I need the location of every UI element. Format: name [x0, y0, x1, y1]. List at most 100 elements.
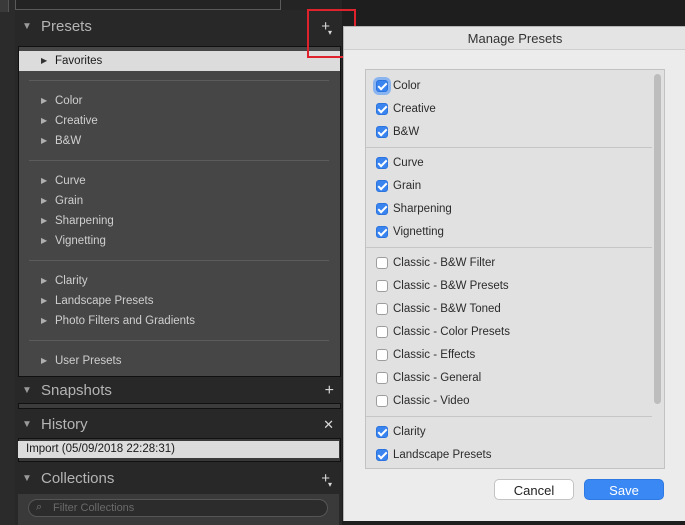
preset-group-row[interactable]: Classic - B&W Toned [366, 298, 652, 321]
preset-folder-label: B&W [55, 135, 82, 147]
preset-group-row[interactable]: Classic - B&W Presets [366, 275, 652, 298]
preset-visibility-checkbox[interactable] [376, 349, 388, 361]
preset-group-row[interactable]: Grain [366, 175, 652, 198]
preset-folder-item[interactable]: ▶ B&W [19, 131, 340, 151]
presets-title: Presets [41, 18, 92, 35]
preset-visibility-checkbox[interactable] [376, 395, 388, 407]
preset-visibility-checkbox[interactable] [376, 257, 388, 269]
expand-triangle-icon[interactable]: ▶ [41, 131, 47, 151]
preset-folder-item[interactable]: ▶ Clarity [19, 271, 340, 291]
preset-folder-item[interactable]: ▶ Color [19, 91, 340, 111]
preset-visibility-checkbox[interactable] [376, 180, 388, 192]
preset-group-label: Classic - General [393, 372, 482, 384]
collapse-triangle-icon[interactable]: ▼ [22, 378, 32, 404]
presets-header[interactable]: ▼ Presets +▾ [15, 14, 342, 40]
scrollbar[interactable] [652, 70, 664, 468]
preset-group-row[interactable]: Clarity [366, 421, 652, 444]
preset-folder-item[interactable]: ▶ Curve [19, 171, 340, 191]
add-collection-icon[interactable]: +▾ [321, 466, 334, 494]
preset-folder-item[interactable]: ▶ Sharpening [19, 211, 340, 231]
preset-folder-label: Vignetting [55, 235, 106, 247]
expand-triangle-icon[interactable]: ▶ [41, 311, 47, 331]
preset-visibility-checkbox[interactable] [376, 426, 388, 438]
preset-folder-item[interactable]: ▶ User Presets [19, 351, 340, 371]
expand-triangle-icon[interactable]: ▶ [41, 191, 47, 211]
preset-folder-label: Photo Filters and Gradients [55, 315, 195, 327]
expand-triangle-icon[interactable]: ▶ [41, 211, 47, 231]
group-divider [366, 147, 652, 148]
collections-header[interactable]: ▼ Collections +▾ [15, 466, 342, 492]
preset-folder-label: Favorites [55, 55, 103, 67]
expand-triangle-icon[interactable]: ▶ [41, 171, 47, 191]
history-header[interactable]: ▼ History ✕ [15, 412, 342, 438]
collapse-triangle-icon[interactable]: ▼ [22, 14, 32, 40]
preset-folder-item[interactable]: ▶ Grain [19, 191, 340, 211]
group-divider [366, 247, 652, 248]
preset-group-label: Classic - Effects [393, 349, 476, 361]
preset-visibility-checkbox[interactable] [376, 280, 388, 292]
preset-group-row[interactable]: Classic - Color Presets [366, 321, 652, 344]
preset-folder-label: Clarity [55, 275, 88, 287]
preset-group-row[interactable]: B&W [366, 121, 652, 144]
history-entry[interactable]: Import (05/09/2018 22:28:31) [18, 441, 339, 458]
preset-folder-item[interactable]: ▶ Photo Filters and Gradients [19, 311, 340, 331]
preset-visibility-checkbox[interactable] [376, 103, 388, 115]
preset-group-row[interactable]: Vignetting [366, 221, 652, 244]
preset-folder-item[interactable]: ▶ Creative [19, 111, 340, 131]
preset-visibility-checkbox[interactable] [376, 449, 388, 461]
preset-visibility-checkbox[interactable] [376, 80, 388, 92]
collapse-triangle-icon[interactable]: ▼ [22, 412, 32, 438]
preset-group-row[interactable]: Classic - B&W Filter [366, 252, 652, 275]
preset-group-label: Classic - Video [393, 395, 470, 407]
preset-folder-label: Landscape Presets [55, 295, 154, 307]
collections-filter-area: ⌕ Filter Collections [18, 494, 339, 525]
preset-group-label: Classic - Color Presets [393, 326, 510, 338]
group-divider [366, 416, 652, 417]
preset-group-label: Classic - B&W Filter [393, 257, 496, 269]
preset-group-row[interactable]: Classic - Effects [366, 344, 652, 367]
filter-collections-input[interactable]: ⌕ Filter Collections [28, 499, 328, 517]
preset-group-label: Sharpening [393, 203, 452, 215]
preset-visibility-checkbox[interactable] [376, 157, 388, 169]
preset-group-label: Grain [393, 180, 422, 192]
preset-group-row[interactable]: Classic - Video [366, 390, 652, 413]
manage-presets-dialog: Manage Presets Color Creative B&W Curve Grai… [343, 26, 685, 521]
preset-visibility-checkbox[interactable] [376, 372, 388, 384]
dialog-title: Manage Presets [344, 27, 685, 50]
preset-group-label: Classic - B&W Presets [393, 280, 509, 292]
preset-group-row[interactable]: Sharpening [366, 198, 652, 221]
clear-history-icon[interactable]: ✕ [323, 412, 334, 438]
preset-visibility-checkbox[interactable] [376, 303, 388, 315]
preset-folder-item[interactable]: ▶ Vignetting [19, 231, 340, 251]
preset-folder-label: Color [55, 95, 83, 107]
snapshots-header[interactable]: ▼ Snapshots + [15, 378, 342, 404]
expand-triangle-icon[interactable]: ▶ [41, 111, 47, 131]
expand-triangle-icon[interactable]: ▶ [41, 351, 47, 371]
preset-visibility-checkbox[interactable] [376, 326, 388, 338]
expand-triangle-icon[interactable]: ▶ [41, 271, 47, 291]
add-snapshot-icon[interactable]: + [325, 378, 334, 404]
preset-group-label: Vignetting [393, 226, 444, 238]
preset-checkbox-list[interactable]: Color Creative B&W Curve Grain Sharpening Vign… [365, 69, 665, 469]
preset-folder-item[interactable]: ▶ Favorites [19, 51, 340, 71]
preset-visibility-checkbox[interactable] [376, 226, 388, 238]
scrollbar-thumb[interactable] [654, 74, 661, 404]
preset-folder-label: Curve [55, 175, 86, 187]
expand-triangle-icon[interactable]: ▶ [41, 51, 47, 71]
preset-group-row[interactable]: Classic - General [366, 367, 652, 390]
collapse-triangle-icon[interactable]: ▼ [22, 466, 32, 492]
preset-group-label: Creative [393, 103, 436, 115]
preset-group-row[interactable]: Creative [366, 98, 652, 121]
top-panel-edge [15, 0, 342, 10]
preset-visibility-checkbox[interactable] [376, 203, 388, 215]
preset-group-row[interactable]: Curve [366, 152, 652, 175]
expand-triangle-icon[interactable]: ▶ [41, 231, 47, 251]
preset-visibility-checkbox[interactable] [376, 126, 388, 138]
preset-group-row[interactable]: Color [366, 75, 652, 98]
save-button[interactable]: Save [584, 479, 664, 500]
preset-group-row[interactable]: Landscape Presets [366, 444, 652, 467]
expand-triangle-icon[interactable]: ▶ [41, 291, 47, 311]
expand-triangle-icon[interactable]: ▶ [41, 91, 47, 111]
cancel-button[interactable]: Cancel [494, 479, 574, 500]
preset-folder-item[interactable]: ▶ Landscape Presets [19, 291, 340, 311]
